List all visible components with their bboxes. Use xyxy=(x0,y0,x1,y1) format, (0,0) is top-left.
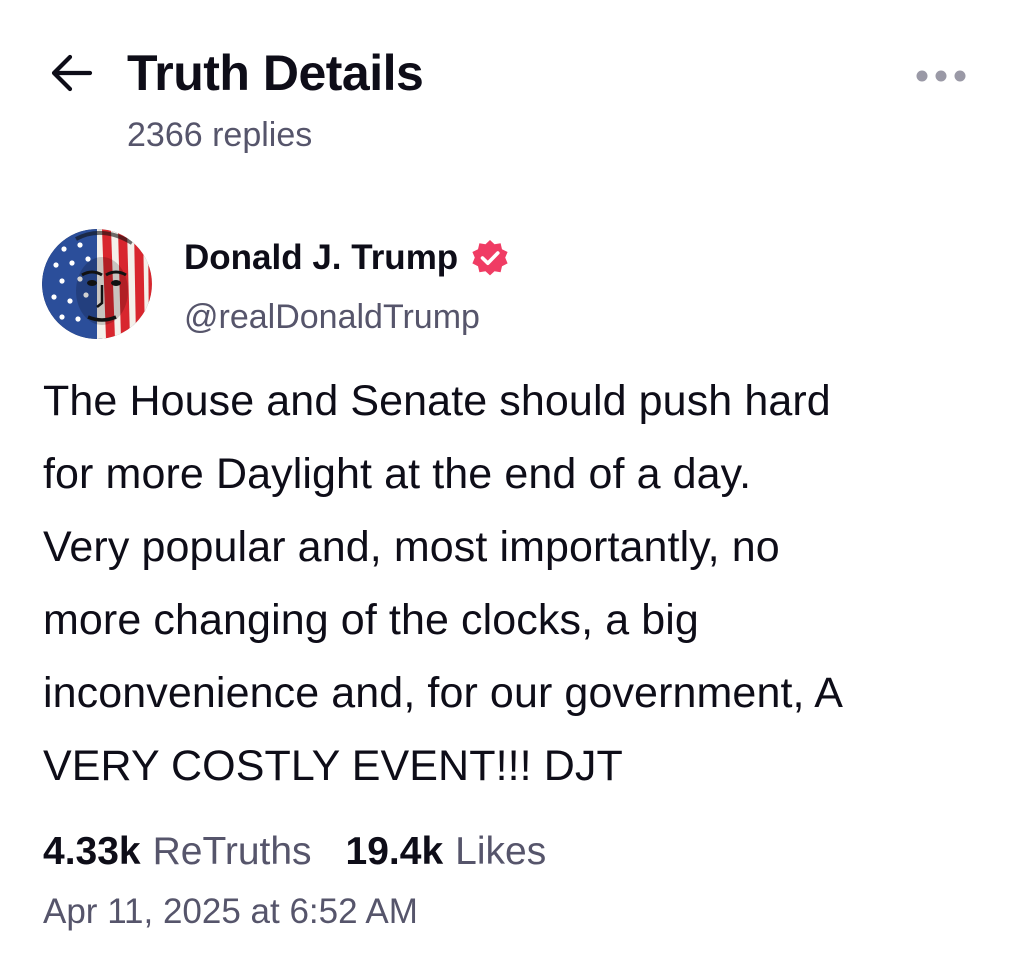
post-timestamp: Apr 11, 2025 at 6:52 AM xyxy=(43,892,418,931)
post-text: The House and Senate should push hard fo… xyxy=(43,377,844,790)
retruths-stat[interactable]: 4.33k ReTruths xyxy=(43,827,312,877)
more-options-button[interactable] xyxy=(910,58,972,94)
author-name[interactable]: Donald J. Trump xyxy=(184,236,510,280)
post-stats: 4.33k ReTruths 19.4k Likes xyxy=(43,827,546,877)
retruths-count: 4.33k xyxy=(43,830,141,873)
verified-badge-icon xyxy=(470,238,510,278)
back-button[interactable] xyxy=(46,50,96,96)
avatar-image xyxy=(42,229,152,339)
likes-stat[interactable]: 19.4k Likes xyxy=(346,827,547,877)
retruths-label: ReTruths xyxy=(152,830,312,873)
ellipsis-icon xyxy=(916,70,966,82)
author-display-name: Donald J. Trump xyxy=(184,238,459,277)
likes-count: 19.4k xyxy=(345,830,444,873)
arrow-left-icon xyxy=(51,54,93,92)
likes-label: Likes xyxy=(455,830,547,873)
page-title: Truth Details xyxy=(127,45,424,101)
author-avatar[interactable] xyxy=(42,229,152,339)
reply-count: 2366 replies xyxy=(127,116,313,154)
author-handle[interactable]: @realDonaldTrump xyxy=(184,296,480,338)
